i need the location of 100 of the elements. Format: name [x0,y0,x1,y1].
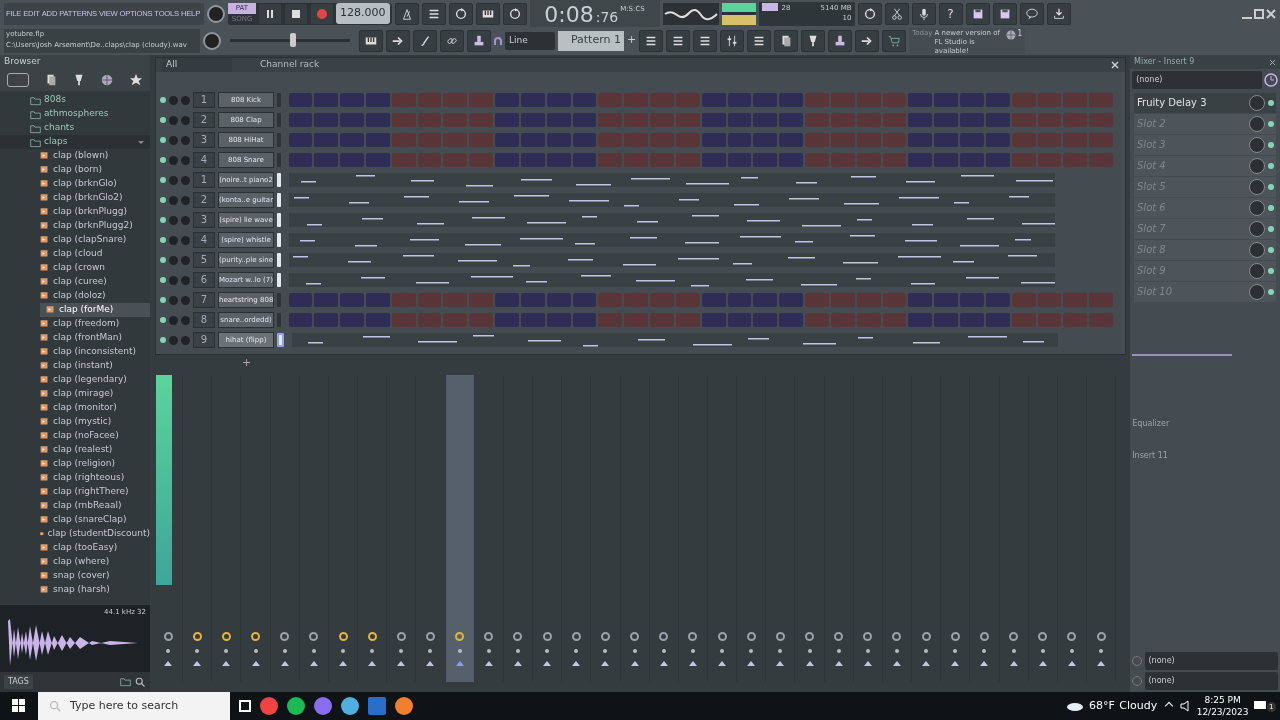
app-icon[interactable] [287,697,305,715]
step-button[interactable] [572,153,597,167]
step-button[interactable] [934,93,959,107]
step-button[interactable] [753,93,778,107]
step-button[interactable] [805,93,829,107]
slot-led[interactable] [1268,141,1274,148]
route-icon[interactable] [484,632,494,641]
step-button[interactable] [856,293,881,307]
slot-led[interactable] [1268,183,1274,190]
step-button[interactable] [417,153,442,167]
step-button[interactable] [366,293,390,307]
step-button[interactable] [546,313,571,327]
slot-led[interactable] [1268,99,1274,106]
folder-item[interactable]: athmospheres [0,107,150,121]
mixer-track[interactable] [445,375,475,682]
step-button[interactable] [701,293,726,307]
route-icon[interactable] [192,632,202,641]
step-button[interactable] [856,93,881,107]
triangle-icon[interactable] [922,661,931,666]
step-button[interactable] [520,93,545,107]
tutor-button[interactable] [828,29,853,52]
step-button[interactable] [985,133,1010,147]
step-button[interactable] [572,313,597,327]
step-button[interactable] [830,293,855,307]
close-icon[interactable] [1269,58,1276,66]
step-sequencer-button[interactable] [666,29,691,52]
step-button[interactable] [856,133,881,147]
step-button[interactable] [520,293,545,307]
step-button[interactable] [1063,153,1088,167]
triangle-icon[interactable] [718,661,727,666]
app-icon[interactable] [341,697,359,715]
step-button[interactable] [443,93,468,107]
route-icon[interactable] [805,632,814,641]
tab-icon[interactable] [7,73,30,87]
triangle-icon[interactable] [659,661,668,666]
step-button[interactable] [546,293,571,307]
step-button[interactable] [960,113,984,127]
step-button[interactable] [779,133,804,147]
step-button[interactable] [469,93,494,107]
arrow-button[interactable] [386,29,410,52]
step-button[interactable] [960,93,984,107]
step-button[interactable] [1063,113,1088,127]
triangle-icon[interactable] [601,661,610,666]
step-button[interactable] [934,153,959,167]
sample-file-item[interactable]: snap (harsh) [40,583,150,597]
step-button[interactable] [701,133,726,147]
step-button[interactable] [1089,113,1113,127]
step-button[interactable] [340,93,364,107]
step-button[interactable] [1011,93,1036,107]
step-button[interactable] [314,133,339,147]
step-button[interactable] [753,113,778,127]
mute-led[interactable] [160,197,166,203]
step-button[interactable] [1037,93,1062,107]
step-button[interactable] [934,313,959,327]
countdown-button[interactable] [448,2,473,25]
step-button[interactable] [908,113,933,127]
mute-led[interactable] [160,117,166,123]
step-button[interactable] [753,293,778,307]
route-icon[interactable] [455,632,465,641]
triangle-icon[interactable] [980,661,989,666]
route-icon[interactable] [775,632,785,641]
step-button[interactable] [366,153,390,167]
step-button[interactable] [779,113,804,127]
route-icon[interactable] [892,632,902,641]
step-button[interactable] [417,113,442,127]
step-button[interactable] [985,313,1010,327]
mute-led[interactable] [160,137,166,143]
route-icon[interactable] [280,632,290,641]
browser-button[interactable] [747,29,772,52]
step-button[interactable] [598,113,623,127]
step-button[interactable] [701,153,726,167]
step-button[interactable] [520,113,545,127]
triangle-icon[interactable] [309,661,318,666]
triangle-icon[interactable] [397,661,406,666]
route-icon[interactable] [338,632,348,641]
windows-start-icon[interactable] [12,699,26,713]
sample-file-item[interactable]: clap (crown [40,261,150,275]
step-button[interactable] [934,133,959,147]
help-button[interactable]: ? [938,2,963,25]
step-button[interactable] [288,133,313,147]
mute-led[interactable] [160,177,166,183]
step-button[interactable] [650,313,674,327]
step-button[interactable] [624,133,649,147]
pause-button[interactable] [258,2,282,25]
select-indicator[interactable] [277,253,281,267]
step-button[interactable] [598,153,623,167]
step-button[interactable] [314,153,339,167]
mixer-track-number[interactable]: 6 [193,272,215,288]
stop-button[interactable] [284,2,308,25]
step-button[interactable] [908,313,933,327]
step-button[interactable] [366,133,390,147]
step-button[interactable] [288,113,313,127]
step-button[interactable] [727,293,752,307]
brush-button[interactable] [413,29,437,52]
step-button[interactable] [391,153,416,167]
step-button[interactable] [985,113,1010,127]
step-button[interactable] [985,293,1010,307]
step-button[interactable] [1089,313,1113,327]
step-button[interactable] [908,93,933,107]
step-button[interactable] [572,293,597,307]
